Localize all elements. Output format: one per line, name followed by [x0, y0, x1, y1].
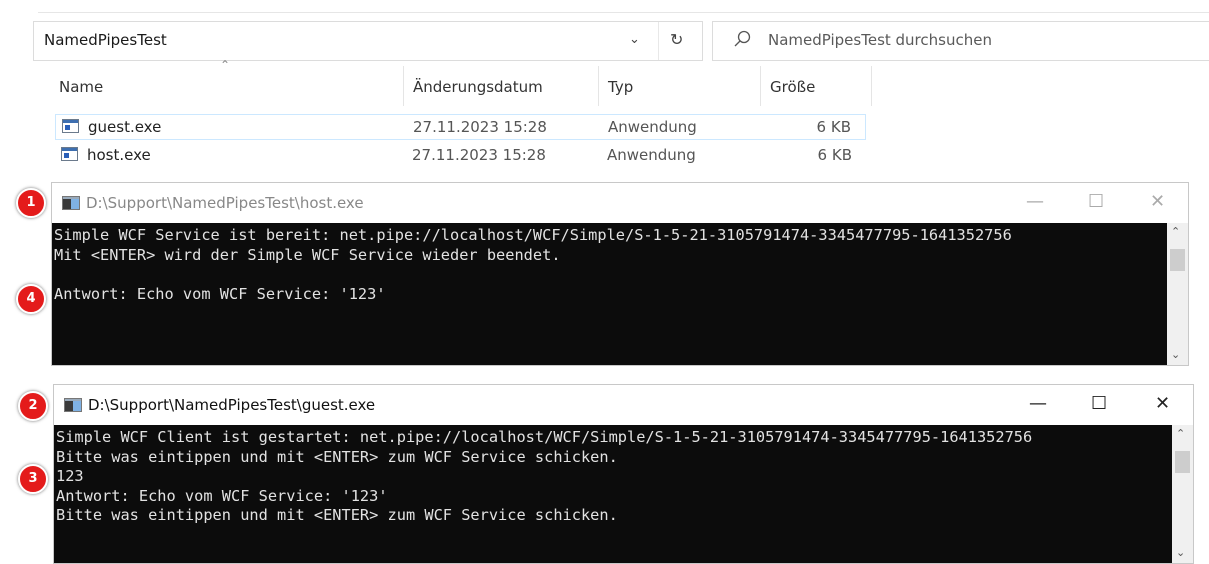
console-line: Bitte was eintippen und mit <ENTER> zum … [56, 447, 618, 466]
scroll-down-icon[interactable]: ⌄ [1171, 348, 1180, 361]
console-line: Antwort: Echo vom WCF Service: '123' [54, 284, 386, 303]
vertical-scrollbar[interactable]: ⌃ ⌄ [1167, 223, 1188, 365]
console-line: Simple WCF Service ist bereit: net.pipe:… [54, 226, 1012, 244]
window-title: D:\Support\NamedPipesTest\host.exe [86, 194, 364, 212]
guest-console-window[interactable]: D:\Support\NamedPipesTest\guest.exe — ☐ … [53, 384, 1194, 564]
scroll-up-icon[interactable]: ⌃ [1171, 225, 1180, 238]
file-row-guest[interactable]: guest.exe 27.11.2023 15:28 Anwendung 6 K… [55, 114, 866, 140]
file-date: 27.11.2023 15:28 [413, 118, 547, 136]
console-line: Mit <ENTER> wird der Simple WCF Service … [54, 245, 561, 264]
scroll-thumb[interactable] [1170, 249, 1185, 271]
scroll-thumb[interactable] [1175, 451, 1190, 473]
column-header-date[interactable]: Änderungsdatum [404, 66, 599, 106]
scroll-down-icon[interactable]: ⌄ [1176, 546, 1185, 559]
step-badge-2: 2 [18, 391, 48, 421]
vertical-scrollbar[interactable]: ⌃ ⌄ [1172, 425, 1193, 563]
minimize-button[interactable]: — [1029, 393, 1047, 414]
title-bar[interactable]: D:\Support\NamedPipesTest\host.exe — ☐ ✕ [52, 183, 1188, 223]
file-row-host[interactable]: host.exe 27.11.2023 15:28 Anwendung 6 KB [55, 143, 866, 169]
search-box[interactable]: NamedPipesTest durchsuchen [712, 21, 1209, 61]
address-path: NamedPipesTest [44, 31, 167, 49]
console-line: 123 [56, 467, 84, 485]
chevron-down-icon[interactable]: ⌄ [629, 32, 640, 47]
file-size: 6 KB [816, 118, 851, 136]
maximize-button[interactable]: ☐ [1088, 191, 1104, 212]
console-icon [62, 196, 80, 210]
step-badge-1: 1 [16, 188, 46, 218]
step-badge-3: 3 [18, 464, 48, 494]
window-title: D:\Support\NamedPipesTest\guest.exe [88, 396, 376, 414]
console-output[interactable]: Simple WCF Service ist bereit: net.pipe:… [52, 223, 1188, 365]
step-badge-4: 4 [16, 284, 46, 314]
file-type: Anwendung [608, 118, 697, 136]
close-button[interactable]: ✕ [1150, 191, 1165, 212]
column-header-size[interactable]: Größe [761, 66, 872, 106]
console-icon [64, 398, 82, 412]
console-output[interactable]: Simple WCF Client ist gestartet: net.pip… [54, 425, 1193, 563]
minimize-button[interactable]: — [1026, 191, 1044, 212]
search-placeholder: NamedPipesTest durchsuchen [768, 31, 992, 49]
application-icon [62, 119, 79, 133]
title-bar[interactable]: D:\Support\NamedPipesTest\guest.exe — ☐ … [54, 385, 1193, 425]
search-icon [734, 30, 751, 47]
column-header-type[interactable]: Typ [599, 66, 761, 106]
maximize-button[interactable]: ☐ [1091, 393, 1107, 414]
application-icon [61, 147, 78, 161]
host-console-window[interactable]: D:\Support\NamedPipesTest\host.exe — ☐ ✕… [51, 182, 1189, 366]
refresh-icon[interactable]: ↻ [670, 30, 683, 49]
file-date: 27.11.2023 15:28 [412, 146, 546, 164]
console-line: Bitte was eintippen und mit <ENTER> zum … [56, 506, 618, 524]
close-button[interactable]: ✕ [1155, 393, 1170, 414]
file-name: host.exe [87, 146, 151, 164]
column-headers: ⌃ Name Änderungsdatum Typ Größe [50, 58, 872, 106]
console-text: Simple WCF Client ist gestartet: net.pip… [56, 428, 1032, 526]
console-line: Simple WCF Client ist gestartet: net.pip… [56, 428, 1033, 446]
console-line: Antwort: Echo vom WCF Service: '123' [56, 486, 388, 505]
console-text: Simple WCF Service ist bereit: net.pipe:… [54, 226, 1012, 304]
address-bar[interactable]: NamedPipesTest ⌄ ↻ [33, 21, 703, 61]
file-name: guest.exe [88, 118, 162, 136]
column-header-name[interactable]: Name [50, 66, 404, 106]
file-type: Anwendung [607, 146, 696, 164]
scroll-up-icon[interactable]: ⌃ [1176, 427, 1185, 440]
file-size: 6 KB [817, 146, 852, 164]
top-divider [38, 12, 1209, 13]
address-separator [658, 22, 659, 60]
